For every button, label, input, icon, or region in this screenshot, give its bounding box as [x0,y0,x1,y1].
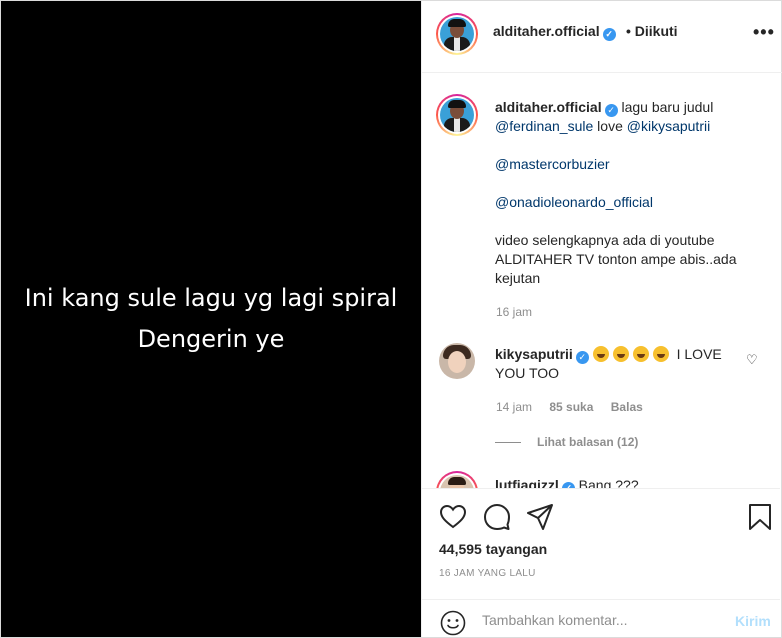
verified-badge-icon: ✓ [602,28,616,41]
add-comment-bar: Kirim [422,599,780,637]
more-options-icon[interactable]: ••• [753,23,775,41]
follow-status[interactable]: • Diikuti [626,23,678,39]
post-header: alditaher.official ✓ • Diikuti ••• [422,1,782,73]
view-count[interactable]: 44,595 tayangan [439,541,547,557]
post-caption: alditaher.official ✓ lagu baru judul @fer… [495,98,765,288]
laughing-emoji-icon [652,346,669,362]
post-side-panel: alditaher.official ✓ • Diikuti ••• aldita… [421,1,782,637]
view-replies-button[interactable]: Lihat balasan (12) [495,435,638,449]
comment-bubble-icon[interactable] [483,503,511,531]
video-caption: Ini kang sule lagu yg lagi spiral Denger… [25,278,398,360]
emoji-picker-icon[interactable] [440,610,466,636]
caption-text: lagu baru judul [621,99,714,115]
mention-link[interactable]: @mastercorbuzier [495,155,765,174]
verified-badge-icon: ✓ [575,351,589,364]
post-video[interactable]: Ini kang sule lagu yg lagi spiral Denger… [1,1,421,637]
send-comment-button[interactable]: Kirim [735,613,771,629]
caption-body: video selengkapnya ada di youtube ALDITA… [495,232,737,286]
like-heart-icon[interactable] [439,503,467,531]
video-caption-line-1: Ini kang sule lagu yg lagi spiral [24,284,398,312]
comment-text: kikysaputrii ✓ I LOVE YOU TOO [495,345,725,383]
caption-word: love [597,118,623,134]
share-paper-plane-icon[interactable] [526,503,554,531]
reply-button[interactable]: Balas [611,400,643,414]
commenter-username[interactable]: lutfiagizzl [495,477,559,488]
laughing-emoji-icon [612,346,629,362]
commenter-avatar[interactable] [436,471,478,488]
comment-likes[interactable]: 85 suka [549,400,593,414]
view-replies-label[interactable]: Lihat balasan (12) [537,435,638,449]
comments-section[interactable]: alditaher.official ✓ lagu baru judul @fer… [422,74,780,488]
author-avatar[interactable] [436,13,478,55]
laughing-emoji-icon [632,346,649,362]
comment-like-heart-icon[interactable]: ♡ [746,352,758,368]
caption-username[interactable]: alditaher.official [495,99,602,115]
mention-link[interactable]: @kikysaputrii [627,118,710,134]
add-comment-input[interactable] [482,612,712,628]
comment-timestamp[interactable]: 14 jam [496,400,532,414]
replies-divider [495,442,521,444]
comment-text-pre: I [676,346,681,362]
mention-link[interactable]: @ferdinan_sule [495,118,593,134]
comment-meta: 14 jam 85 suka Balas [496,400,657,414]
author-username[interactable]: alditaher.official ✓ [493,23,616,41]
commenter-username[interactable]: kikysaputrii [495,346,573,362]
verified-badge-icon: ✓ [604,104,618,117]
commenter-avatar[interactable] [439,343,475,379]
caption-author-avatar[interactable] [436,94,478,136]
post-actions: 44,595 tayangan 16 JAM YANG LALU [422,488,780,588]
mention-link[interactable]: @onadioleonardo_official [495,193,765,212]
laughing-emoji-icon [592,346,609,362]
comment-message: Bang ??? [578,477,639,488]
author-username-text[interactable]: alditaher.official [493,23,600,39]
caption-timestamp[interactable]: 16 jam [496,305,532,319]
video-caption-line-2: Dengerin ye [137,325,285,353]
save-bookmark-icon[interactable] [746,503,774,531]
post-timestamp[interactable]: 16 JAM YANG LALU [439,568,536,579]
comment-text: lutfiagizzl ✓ Bang ??? [495,477,639,488]
